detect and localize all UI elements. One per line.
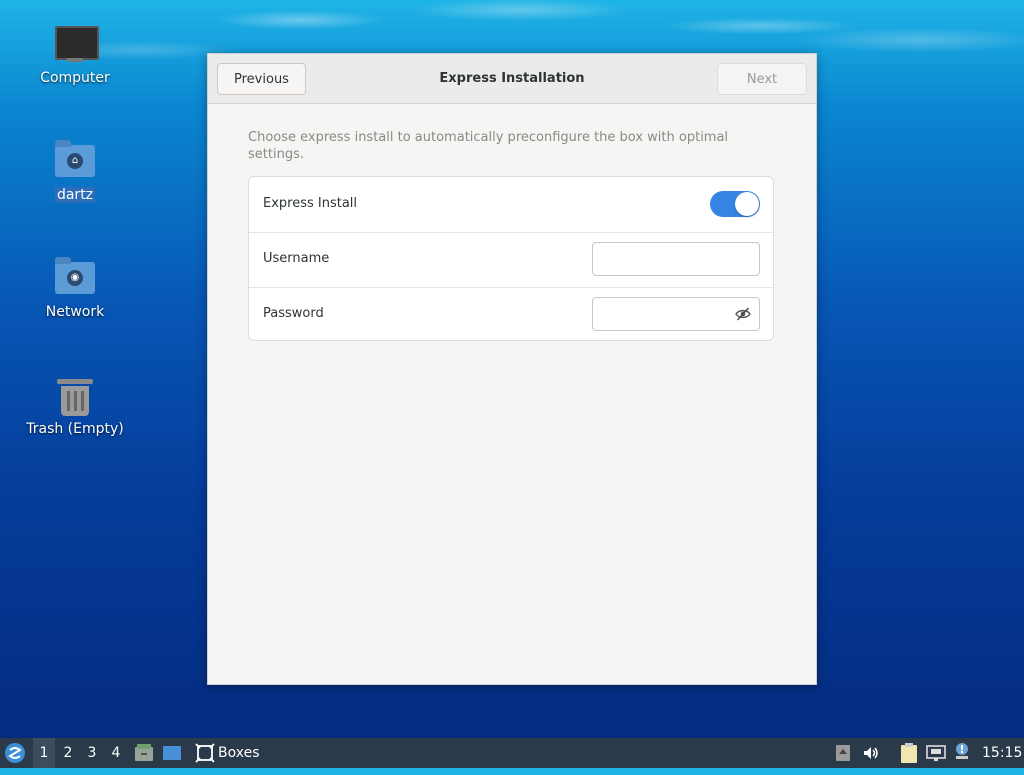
arrow-up-icon <box>836 745 850 761</box>
notification-icon <box>956 743 968 759</box>
computer-icon <box>51 20 99 68</box>
workspace-4[interactable]: 4 <box>105 738 127 768</box>
desktop-icon-label: dartz <box>54 187 96 203</box>
next-button[interactable]: Next <box>717 63 807 95</box>
file-manager-icon <box>135 744 153 761</box>
show-desktop-button[interactable] <box>162 738 184 768</box>
previous-button[interactable]: Previous <box>217 63 306 95</box>
express-installation-dialog: Previous Express Installation Next Choos… <box>207 53 817 685</box>
notification-tray-button[interactable] <box>952 738 974 768</box>
trash-icon <box>51 371 99 419</box>
workspace-3[interactable]: 3 <box>81 738 103 768</box>
username-row: Username <box>249 232 773 288</box>
express-install-label: Express Install <box>263 196 358 211</box>
boxes-app-icon <box>195 743 215 763</box>
express-install-switch[interactable] <box>710 191 760 217</box>
network-folder-icon: ◉ <box>51 254 99 302</box>
desktop-icon-computer[interactable]: Computer <box>20 20 130 86</box>
desktop-icon-label: Network <box>45 304 105 320</box>
network-wired-icon <box>926 745 946 761</box>
desktop-icon <box>163 746 181 760</box>
clipboard-button[interactable] <box>899 738 921 768</box>
desktop-icon-home[interactable]: ⌂ dartz <box>20 137 130 203</box>
file-manager-launcher[interactable] <box>134 738 156 768</box>
password-label: Password <box>263 306 324 321</box>
switch-knob <box>735 192 759 216</box>
desktop-icon-trash[interactable]: Trash (Empty) <box>20 371 130 437</box>
desktop-icon-label: Trash (Empty) <box>26 421 124 437</box>
username-field[interactable] <box>592 242 760 276</box>
volume-button[interactable] <box>862 738 882 768</box>
lxqt-logo-icon <box>5 743 25 763</box>
taskbar-window-boxes[interactable]: Boxes <box>192 738 268 768</box>
username-label: Username <box>263 251 330 266</box>
header-bar: Previous Express Installation Next <box>208 54 816 104</box>
description-text: Choose express install to automatically … <box>248 130 729 162</box>
password-row: Password <box>249 287 773 342</box>
clipboard-icon <box>901 743 917 763</box>
home-folder-icon: ⌂ <box>51 137 99 185</box>
desktop-icon-network[interactable]: ◉ Network <box>20 254 130 320</box>
hide-password-icon[interactable] <box>735 306 751 322</box>
workspace-2[interactable]: 2 <box>57 738 79 768</box>
workspace-1[interactable]: 1 <box>33 738 55 768</box>
express-install-row: Express Install <box>249 177 773 233</box>
volume-icon <box>864 747 878 759</box>
desktop-icon-label: Computer <box>40 70 110 86</box>
app-menu-button[interactable] <box>4 738 28 768</box>
network-tray-button[interactable] <box>926 738 948 768</box>
taskbar: 1 2 3 4 Boxes 15:15 <box>0 738 1024 768</box>
clock[interactable]: 15:15 <box>982 738 1022 768</box>
tray-expand-button[interactable] <box>835 738 853 768</box>
settings-list: Express Install Username Password <box>248 176 774 341</box>
taskbar-window-label: Boxes <box>218 745 260 761</box>
